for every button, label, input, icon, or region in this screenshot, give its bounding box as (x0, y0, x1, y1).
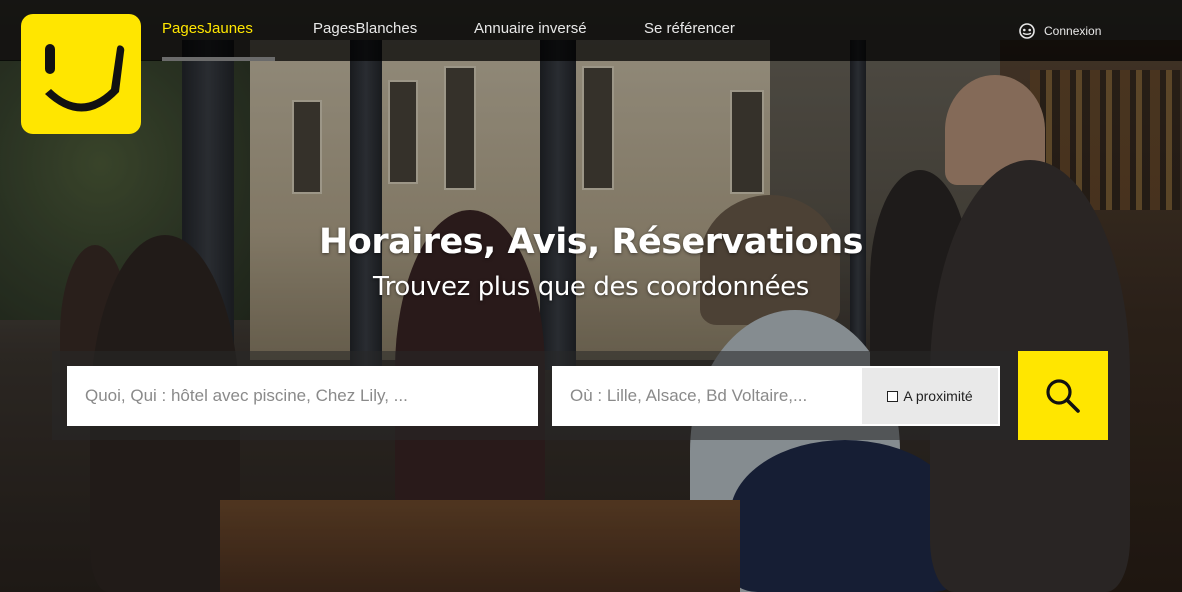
what-search-input[interactable] (67, 366, 538, 426)
pagesjaunes-logo[interactable] (21, 14, 141, 134)
proximity-toggle[interactable]: A proximité (862, 366, 1000, 426)
nav-item-se-referencer[interactable]: Se référencer (644, 20, 735, 37)
search-button[interactable] (1018, 351, 1108, 440)
hero-headline: Horaires, Avis, Réservations (319, 222, 863, 262)
hero-subline: Trouvez plus que des coordonnées (373, 272, 809, 302)
active-tab-indicator (162, 57, 275, 61)
smiley-logo-icon (45, 44, 125, 112)
nav-item-pagesjaunes[interactable]: PagesJaunes (162, 20, 253, 37)
search-icon (1046, 378, 1080, 413)
proximity-checkbox[interactable] (887, 390, 899, 402)
where-search-input[interactable] (552, 366, 863, 426)
login-label: Connexion (1044, 24, 1102, 38)
proximity-label: A proximité (903, 388, 973, 404)
nav-item-annuaire-inverse[interactable]: Annuaire inversé (474, 20, 587, 37)
user-circle-icon (1019, 23, 1035, 39)
login-link[interactable]: Connexion (1018, 22, 1101, 40)
nav-item-pagesblanches[interactable]: PagesBlanches (313, 20, 417, 37)
top-nav-bar: PagesJaunes PagesBlanches Annuaire inver… (0, 0, 1182, 61)
